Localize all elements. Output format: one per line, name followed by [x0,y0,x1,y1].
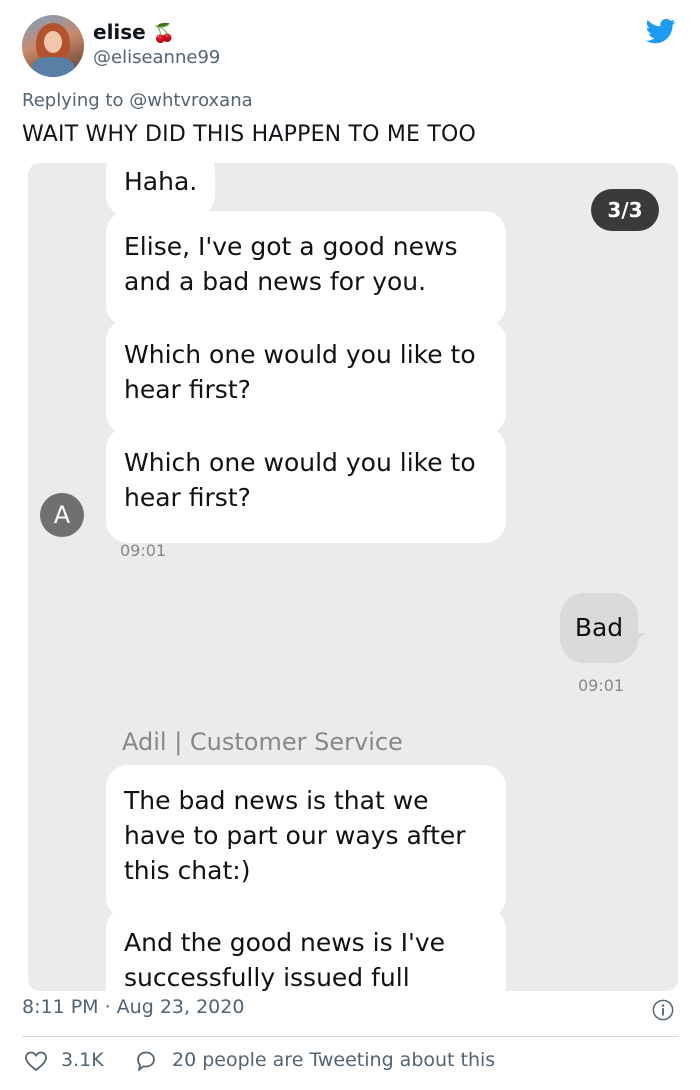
info-icon[interactable] [652,999,674,1021]
divider [22,1036,678,1037]
user-message-time: 09:01 [578,676,625,695]
author-handle[interactable]: @eliseanne99 [93,47,220,68]
user-message-text: Bad [574,613,624,642]
chat-message-text: The bad news is that we have to part our… [124,786,466,885]
avatar[interactable] [22,15,84,77]
chat-message: Which one would you like to hear first? [106,319,506,435]
image-counter-badge: 3/3 [591,189,659,231]
user-message: Bad [560,593,638,663]
heart-icon[interactable] [24,1050,48,1072]
reply-prefix: Replying to [22,90,124,111]
reply-mention-link[interactable]: @whtvroxana [129,90,252,111]
chat-message: And the good news is I've successfully i… [106,907,506,991]
speech-bubble-icon[interactable] [134,1050,158,1072]
chat-message-text: Which one would you like to hear first? [124,448,476,512]
tweeting-about-link[interactable]: 20 people are Tweeting about this [172,1049,495,1071]
chat-message: Elise, I've got a good news and a bad ne… [106,211,506,327]
attached-image[interactable]: Haha. 3/3 Elise, I've got a good news an… [28,163,678,991]
agent-avatar: A [40,493,84,537]
agent-message-time: 09:01 [120,541,167,560]
cherry-emoji: 🍒 [152,23,176,44]
author-name[interactable]: elise 🍒 [93,20,175,44]
chat-message-text: Haha. [124,167,198,196]
agent-name-label: Adil | Customer Service [122,728,403,756]
chat-message-text: Elise, I've got a good news and a bad ne… [124,232,458,296]
chat-message-text: Which one would you like to hear first? [124,340,476,404]
reply-to-line: Replying to @whtvroxana [22,90,253,111]
like-count[interactable]: 3.1K [61,1049,104,1071]
twitter-bird-icon[interactable] [644,16,678,46]
chat-message-text: And the good news is I've successfully i… [124,928,445,991]
tweet-timestamp[interactable]: 8:11 PM · Aug 23, 2020 [22,996,244,1018]
chat-message: Haha. [106,163,216,217]
chat-message: The bad news is that we have to part our… [106,765,506,919]
chat-message: Which one would you like to hear first? [106,427,506,543]
tweet-text: WAIT WHY DID THIS HAPPEN TO ME TOO [22,122,477,147]
author-name-text: elise [93,20,146,44]
